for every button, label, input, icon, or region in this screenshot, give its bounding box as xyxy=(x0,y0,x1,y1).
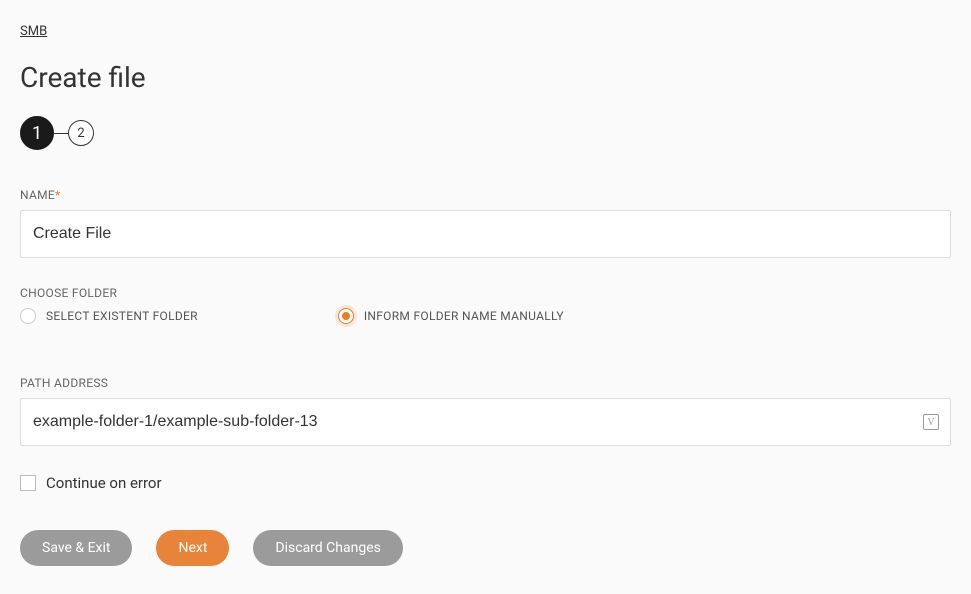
required-star: * xyxy=(55,188,60,202)
step-connector xyxy=(54,133,68,134)
button-row: Save & Exit Next Discard Changes xyxy=(20,530,951,566)
variable-icon[interactable]: V xyxy=(923,414,939,430)
discard-changes-button[interactable]: Discard Changes xyxy=(253,530,402,566)
page-title: Create file xyxy=(20,61,951,94)
radio-circle-existent[interactable] xyxy=(20,308,36,324)
name-label: NAME* xyxy=(20,188,951,202)
step-1[interactable]: 1 xyxy=(20,116,54,150)
choose-folder-label: CHOOSE FOLDER xyxy=(20,286,951,300)
radio-row: SELECT EXISTENT FOLDER INFORM FOLDER NAM… xyxy=(20,308,951,324)
step-2[interactable]: 2 xyxy=(68,120,94,146)
stepper: 1 2 xyxy=(20,116,951,150)
radio-inform-manually[interactable]: INFORM FOLDER NAME MANUALLY xyxy=(338,308,564,324)
next-button[interactable]: Next xyxy=(156,530,229,566)
path-input-wrapper: V xyxy=(20,398,951,446)
choose-folder-group: CHOOSE FOLDER SELECT EXISTENT FOLDER INF… xyxy=(20,286,951,324)
name-field-group: NAME* xyxy=(20,188,951,258)
name-input[interactable] xyxy=(20,210,951,258)
radio-label-existent: SELECT EXISTENT FOLDER xyxy=(46,309,198,323)
path-address-label: PATH ADDRESS xyxy=(20,376,951,390)
breadcrumb-smb[interactable]: SMB xyxy=(20,24,47,39)
continue-on-error-checkbox[interactable] xyxy=(20,475,36,491)
continue-on-error-row: Continue on error xyxy=(20,474,951,492)
path-address-input[interactable] xyxy=(20,398,951,446)
radio-label-manual: INFORM FOLDER NAME MANUALLY xyxy=(364,309,564,323)
radio-circle-manual[interactable] xyxy=(338,308,354,324)
save-exit-button[interactable]: Save & Exit xyxy=(20,530,132,566)
path-address-group: PATH ADDRESS V xyxy=(20,376,951,446)
radio-select-existent[interactable]: SELECT EXISTENT FOLDER xyxy=(20,308,198,324)
continue-on-error-label: Continue on error xyxy=(46,474,162,492)
name-label-text: NAME xyxy=(20,188,55,202)
